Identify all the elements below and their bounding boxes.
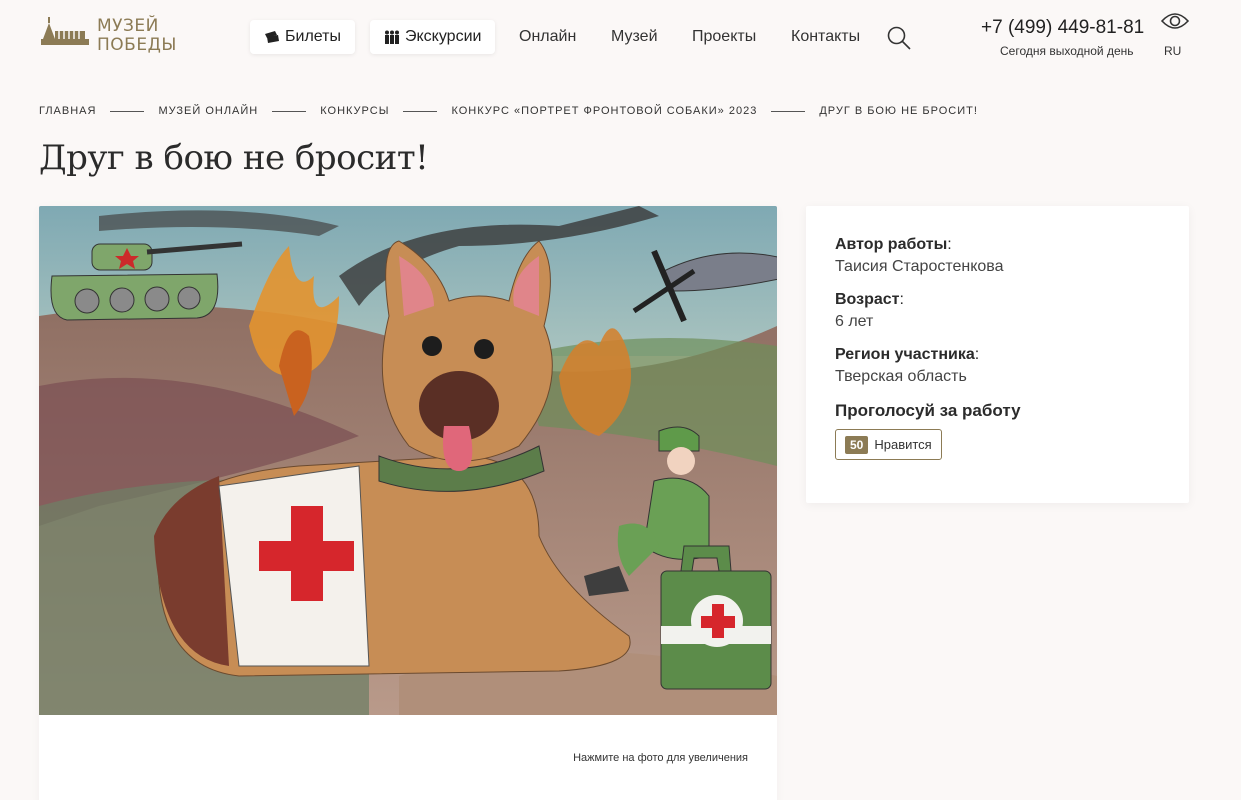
tickets-label: Билеты <box>285 28 341 45</box>
author-label: Автор работы <box>835 236 948 253</box>
region-value: Тверская область <box>835 368 967 385</box>
age-label: Возраст <box>835 291 900 308</box>
artwork-card: Нажмите на фото для увеличения <box>39 206 777 800</box>
breadcrumb-separator <box>272 110 307 112</box>
search-icon <box>887 26 911 50</box>
vote-title: Проголосуй за работу <box>835 401 1021 420</box>
breadcrumb-contest[interactable]: КОНКУРС «ПОРТРЕТ ФРОНТОВОЙ СОБАКИ» 2023 <box>451 105 757 117</box>
ticket-icon <box>265 31 279 43</box>
nav-projects[interactable]: Проекты <box>692 28 756 46</box>
like-count-badge: 50 <box>845 435 869 454</box>
monument-logo-icon <box>41 17 89 45</box>
breadcrumb-separator <box>110 110 145 112</box>
age-value: 6 лет <box>835 313 874 330</box>
breadcrumb-contests[interactable]: КОНКУРСЫ <box>320 105 389 117</box>
page-title: Друг в бою не бросит! <box>39 138 429 178</box>
zoom-hint: Нажмите на фото для увеличения <box>573 752 748 764</box>
schedule-note: Сегодня выходной день <box>1000 44 1134 58</box>
region-label-row: Регион участника: <box>835 346 980 363</box>
nav-contacts[interactable]: Контакты <box>791 28 860 46</box>
tickets-button[interactable]: Билеты <box>250 20 355 54</box>
logo-line-1: МУЗЕЙ <box>97 16 159 36</box>
language-switch[interactable]: RU <box>1164 44 1181 58</box>
phone-number[interactable]: +7 (499) 449-81-81 <box>981 17 1144 39</box>
nav-museum[interactable]: Музей <box>611 28 658 46</box>
author-value: Таисия Старостенкова <box>835 258 1004 275</box>
breadcrumb-museum-online[interactable]: МУЗЕЙ ОНЛАЙН <box>158 105 258 117</box>
breadcrumb-home[interactable]: ГЛАВНАЯ <box>39 105 96 117</box>
like-label: Нравится <box>874 437 932 452</box>
logo-line-2: ПОБЕДЫ <box>97 35 177 55</box>
excursions-label: Экскурсии <box>405 28 482 45</box>
people-icon <box>385 30 399 44</box>
artwork-info-card: Автор работы: Таисия Старостенкова Возра… <box>806 206 1189 503</box>
age-label-row: Возраст: <box>835 291 904 308</box>
accessibility-button[interactable] <box>1160 11 1190 36</box>
eye-icon <box>1160 13 1190 29</box>
author-label-row: Автор работы: <box>835 236 952 253</box>
museum-logo[interactable]: МУЗЕЙ ПОБЕДЫ <box>39 17 177 55</box>
search-button[interactable] <box>886 25 912 56</box>
region-label: Регион участника <box>835 346 975 363</box>
breadcrumb-separator <box>771 110 806 112</box>
artwork-image[interactable] <box>39 206 777 715</box>
breadcrumb: ГЛАВНАЯ МУЗЕЙ ОНЛАЙН КОНКУРСЫ КОНКУРС «П… <box>39 105 978 117</box>
nav-online[interactable]: Онлайн <box>519 28 576 46</box>
excursions-button[interactable]: Экскурсии <box>370 20 496 54</box>
breadcrumb-current: ДРУГ В БОЮ НЕ БРОСИТ! <box>819 105 978 117</box>
breadcrumb-separator <box>403 110 438 112</box>
like-button[interactable]: 50 Нравится <box>835 429 942 460</box>
